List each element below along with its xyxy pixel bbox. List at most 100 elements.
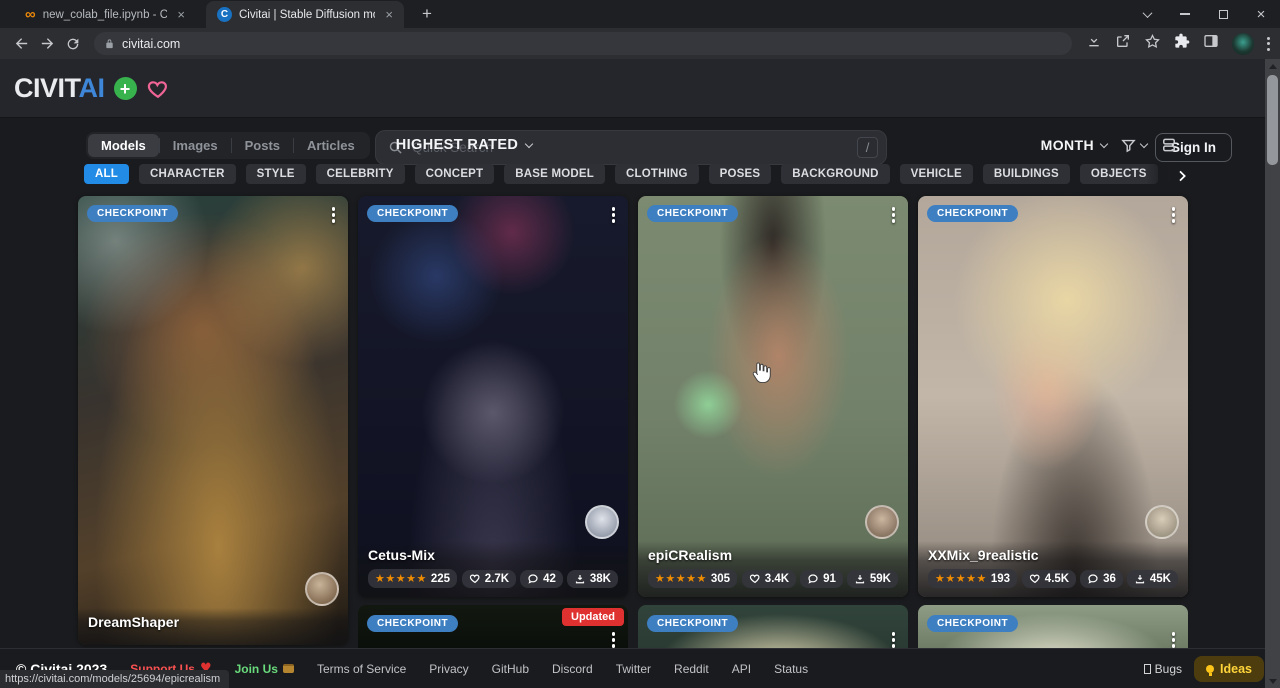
site-logo[interactable]: CIVITAI [14,73,170,104]
chip-concept[interactable]: CONCEPT [415,164,495,184]
chip-character[interactable]: CHARACTER [139,164,236,184]
footer-link-join-us[interactable]: Join Us [235,662,294,676]
chips-scroll-right-button[interactable] [1146,163,1190,189]
close-window-button[interactable]: × [1242,0,1280,28]
chip-style[interactable]: STYLE [246,164,306,184]
model-title: XXMix_9realistic [928,547,1178,563]
rating-count: 193 [991,573,1010,585]
chip-all[interactable]: ALL [84,164,129,184]
scrollbar-thumb[interactable] [1267,75,1278,165]
model-title: epiCRealism [648,547,898,563]
likes-count: 4.5K [1045,573,1069,585]
favorites-heart-icon[interactable] [146,78,170,100]
sort-dropdown[interactable]: HIGHEST RATED [396,137,533,153]
card-menu-button[interactable] [889,204,899,226]
model-card-partial[interactable]: CHECKPOINT [638,605,908,648]
restore-button[interactable] [1204,0,1242,28]
model-card-epicrealism[interactable]: CHECKPOINT epiCRealism 305 3.4K 91 [638,196,908,597]
chevron-down-icon [525,139,533,147]
bugs-link[interactable]: Bugs [1144,662,1182,676]
tab-articles[interactable]: Articles [294,134,368,157]
downloads-pill: 38K [567,570,618,588]
footer-link-api[interactable]: API [732,662,751,676]
chip-celebrity[interactable]: CELEBRITY [316,164,405,184]
creator-avatar[interactable] [865,505,899,539]
chip-buildings[interactable]: BUILDINGS [983,164,1070,184]
minimize-button[interactable] [1166,0,1204,28]
filter-funnel-button[interactable] [1120,137,1147,154]
footer-link-terms[interactable]: Terms of Service [317,662,406,676]
scroll-up-arrow-icon[interactable] [1265,59,1280,73]
chip-poses[interactable]: POSES [709,164,772,184]
forward-button[interactable] [34,31,60,57]
create-plus-button[interactable] [114,77,137,100]
model-title: DreamShaper [88,614,338,630]
logo-accent-text: AI [79,73,105,103]
card-menu-button[interactable] [609,204,619,226]
extensions-puzzle-icon[interactable] [1174,33,1190,54]
chip-background[interactable]: BACKGROUND [781,164,889,184]
share-icon[interactable] [1115,33,1131,54]
browser-tab-civitai[interactable]: Civitai | Stable Diffusion models, × [206,1,404,28]
download-icon[interactable] [1086,33,1102,54]
footer-link-privacy[interactable]: Privacy [429,662,468,676]
side-panel-icon[interactable] [1203,33,1219,54]
tab-models[interactable]: Models [88,134,159,157]
model-type-badge: CHECKPOINT [647,205,738,222]
footer-link-github[interactable]: GitHub [492,662,529,676]
model-preview-image [918,196,1188,597]
browser-tab-colab[interactable]: ∞ new_colab_file.ipynb - Colaborat × [14,1,196,28]
period-dropdown[interactable]: MONTH [1041,137,1107,153]
page-scrollbar[interactable] [1265,59,1280,688]
model-type-badge: CHECKPOINT [927,205,1018,222]
download-icon [1134,573,1146,585]
address-bar[interactable]: civitai.com [94,32,1072,55]
model-card-partial[interactable]: CHECKPOINT [918,605,1188,648]
downloads-count: 38K [590,573,611,585]
model-card-partial[interactable]: CHECKPOINT Updated [358,605,628,648]
chevron-down-icon [1100,139,1108,147]
chip-clothing[interactable]: CLOTHING [615,164,699,184]
tab-images[interactable]: Images [160,134,231,157]
ideas-button[interactable]: Ideas [1194,656,1264,682]
card-menu-button[interactable] [1169,204,1179,226]
footer-link-discord[interactable]: Discord [552,662,593,676]
card-menu-button[interactable] [1169,629,1179,648]
creator-avatar[interactable] [305,572,339,606]
tab-close-icon[interactable]: × [382,7,396,22]
card-menu-button[interactable] [609,629,619,648]
chip-base-model[interactable]: BASE MODEL [504,164,605,184]
creator-avatar[interactable] [585,505,619,539]
browser-profile-avatar[interactable] [1232,33,1254,55]
layout-toggle-button[interactable] [1160,136,1178,154]
likes-count: 2.7K [485,573,509,585]
creator-avatar[interactable] [1145,505,1179,539]
bug-icon [1144,664,1151,674]
model-card-xxmix-9realistic[interactable]: CHECKPOINT XXMix_9realistic 193 4.5K 36 [918,196,1188,597]
footer-link-twitter[interactable]: Twitter [616,662,651,676]
model-card-cetus-mix[interactable]: CHECKPOINT Cetus-Mix 225 2.7K 42 [358,196,628,597]
logo-text: CIVIT [14,73,79,103]
tab-posts[interactable]: Posts [232,134,293,157]
model-card-dreamshaper[interactable]: CHECKPOINT DreamShaper [78,196,348,645]
comments-pill: 91 [800,570,843,588]
card-menu-button[interactable] [889,629,899,648]
tab-title: new_colab_file.ipynb - Colaborat [43,9,168,21]
lock-icon [104,38,115,50]
card-menu-button[interactable] [329,204,339,226]
footer-link-reddit[interactable]: Reddit [674,662,709,676]
footer-link-status[interactable]: Status [774,662,808,676]
tab-close-icon[interactable]: × [174,7,188,22]
chip-vehicle[interactable]: VEHICLE [900,164,973,184]
scroll-down-arrow-icon[interactable] [1265,674,1280,688]
bookmark-star-icon[interactable] [1144,33,1161,55]
download-icon [854,573,866,585]
tab-search-icon[interactable] [1128,0,1166,28]
browser-menu-icon[interactable] [1267,37,1270,51]
reload-button[interactable] [60,31,86,57]
new-tab-button[interactable]: + [416,4,438,28]
model-type-badge: CHECKPOINT [367,615,458,632]
model-preview-image [358,196,628,597]
tab-title: Civitai | Stable Diffusion models, [239,9,375,21]
back-button[interactable] [8,31,34,57]
